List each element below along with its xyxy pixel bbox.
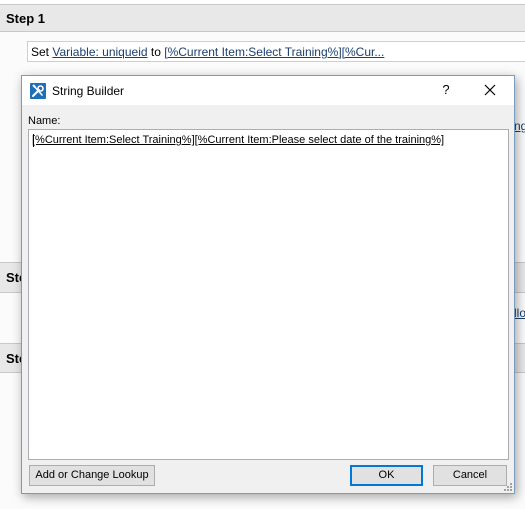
close-button[interactable] bbox=[475, 78, 505, 102]
dialog-title: String Builder bbox=[52, 84, 125, 98]
tools-icon bbox=[30, 83, 46, 99]
workflow-designer-page: Step 1 Set Variable: uniqueid to [%Curre… bbox=[0, 0, 525, 509]
cancel-button[interactable]: Cancel bbox=[433, 465, 507, 486]
text-caret bbox=[33, 134, 34, 147]
dialog-titlebar[interactable]: String Builder ? bbox=[22, 76, 514, 105]
set-word: Set bbox=[31, 45, 50, 59]
step-1-header[interactable]: Step 1 bbox=[0, 4, 525, 32]
help-button[interactable]: ? bbox=[433, 79, 459, 101]
string-builder-text-area[interactable]: [%Current Item:Select Training%][%Curren… bbox=[28, 129, 509, 460]
string-builder-dialog: String Builder ? Name: [%Current Item:Se… bbox=[21, 75, 515, 494]
string-expression: [%Current Item:Select Training%][%Curren… bbox=[32, 134, 445, 146]
to-word: to bbox=[150, 45, 161, 59]
name-label: Name: bbox=[28, 115, 61, 127]
value-link[interactable]: [%Current Item:Select Training%][%Cur... bbox=[164, 45, 384, 59]
add-or-change-lookup-button[interactable]: Add or Change Lookup bbox=[29, 465, 155, 486]
set-variable-action[interactable]: Set Variable: uniqueid to [%Current Item… bbox=[27, 41, 525, 62]
resize-grip-icon[interactable] bbox=[503, 482, 513, 492]
close-icon bbox=[484, 84, 496, 96]
partial-link-2[interactable]: llo bbox=[514, 306, 525, 320]
step-1-title: Step 1 bbox=[6, 11, 46, 26]
partial-link-1[interactable]: ng bbox=[514, 119, 525, 133]
ok-button[interactable]: OK bbox=[350, 465, 423, 486]
variable-link[interactable]: Variable: uniqueid bbox=[52, 45, 147, 59]
